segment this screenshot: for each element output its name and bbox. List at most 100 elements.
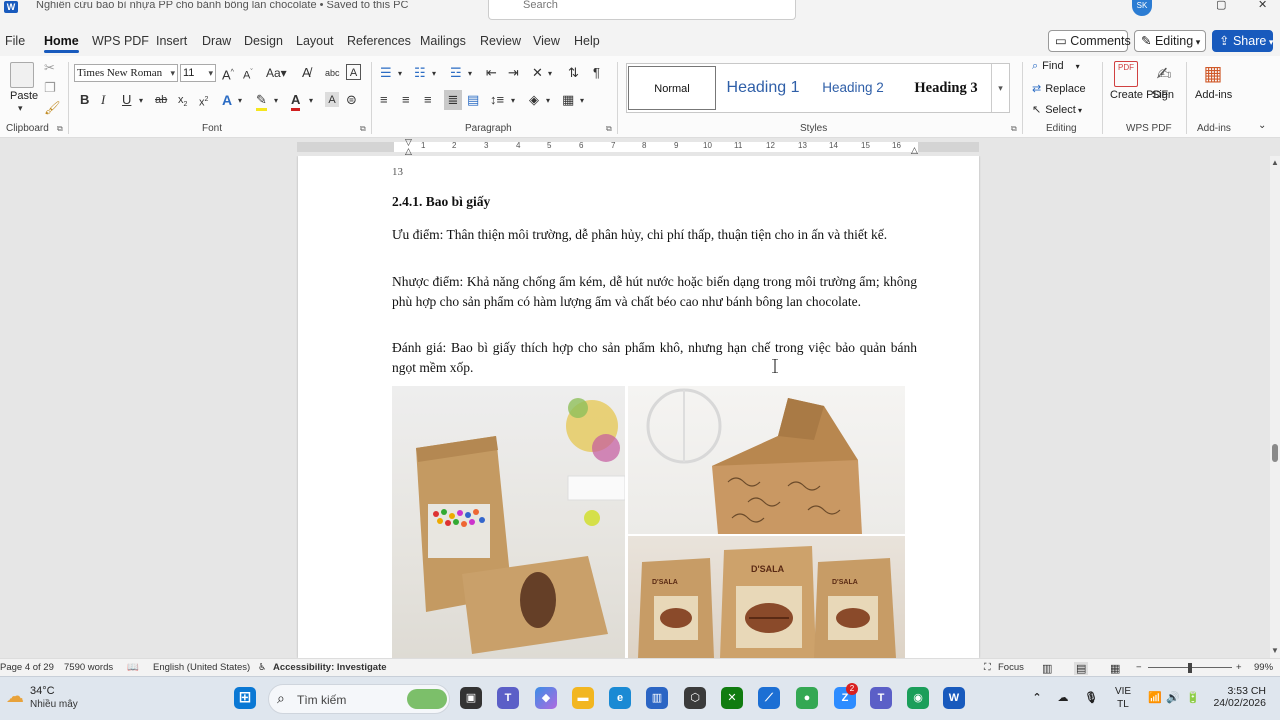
style-heading-3[interactable]: Heading 3 xyxy=(903,66,989,110)
clear-formatting-icon[interactable]: A̸ xyxy=(302,65,311,81)
replace-button[interactable]: ⇄ Replace xyxy=(1032,82,1086,95)
italic-icon[interactable]: I xyxy=(101,92,105,108)
tab-draw[interactable]: Draw xyxy=(202,34,231,48)
chevron-down-icon[interactable]: ▾ xyxy=(18,100,23,116)
account-avatar[interactable]: SK xyxy=(1132,0,1152,16)
underline-icon[interactable]: U xyxy=(122,92,131,108)
cut-icon[interactable]: ✂ xyxy=(44,60,55,76)
volume-icon[interactable]: 🔊 xyxy=(1162,687,1184,709)
weather-description[interactable]: Nhiều mây xyxy=(30,699,78,710)
highlight-icon[interactable]: ✎ xyxy=(256,92,267,111)
subscript-icon[interactable]: x2 xyxy=(178,92,187,113)
mic-muted-icon[interactable]: 🎙 xyxy=(1080,687,1102,709)
tab-insert[interactable]: Insert xyxy=(156,34,187,48)
accessibility-status[interactable]: Accessibility: Investigate xyxy=(273,662,387,673)
grow-font-icon[interactable]: A^ xyxy=(222,65,234,83)
file-explorer-icon[interactable]: ▬ xyxy=(572,687,594,709)
text-effects-icon[interactable]: A xyxy=(222,92,232,108)
sort-icon[interactable]: ⇅ xyxy=(568,65,579,81)
chevron-down-icon[interactable]: ▾ xyxy=(139,93,143,109)
chevron-down-icon[interactable]: ▾ xyxy=(309,93,313,109)
browser-icon[interactable]: ◉ xyxy=(907,687,929,709)
image-kraft-cake-box[interactable] xyxy=(628,386,905,534)
close-icon[interactable]: ✕ xyxy=(1258,0,1267,11)
select-button[interactable]: ↖ Select ▾ xyxy=(1032,103,1082,116)
scroll-down-icon[interactable]: ▼ xyxy=(1271,646,1279,655)
bold-icon[interactable]: B xyxy=(80,92,89,108)
paragraph-launcher-icon[interactable]: ⧉ xyxy=(606,124,612,134)
multilevel-list-icon[interactable]: ☲ xyxy=(450,65,462,81)
chevron-down-icon[interactable]: ▾ xyxy=(511,93,515,109)
chevron-down-icon[interactable]: ▾ xyxy=(398,66,402,82)
vertical-scrollbar[interactable]: ▲ ▼ xyxy=(1270,156,1280,658)
enclose-characters-icon[interactable]: ⊜ xyxy=(346,92,357,108)
font-size-select[interactable]: 11 ▾ xyxy=(180,64,216,82)
word-count[interactable]: 7590 words xyxy=(64,662,113,673)
character-shading-icon[interactable]: A xyxy=(325,92,339,107)
chevron-down-icon[interactable]: ▾ xyxy=(468,66,472,82)
addins-icon[interactable]: ▦ xyxy=(1201,61,1225,87)
web-layout-icon[interactable]: ▦ xyxy=(1110,662,1120,675)
taskbar-search[interactable]: ⌕ Tìm kiếm xyxy=(268,684,450,714)
tab-references[interactable]: References xyxy=(347,34,411,48)
image-kraft-pouches[interactable] xyxy=(392,386,625,658)
paste-icon[interactable] xyxy=(10,62,34,88)
decrease-indent-icon[interactable]: ⇤ xyxy=(486,65,497,81)
scrollbar-thumb[interactable] xyxy=(1272,444,1278,462)
zoom-level[interactable]: 99% xyxy=(1254,662,1273,673)
styles-more-icon[interactable]: ▾ xyxy=(991,64,1009,112)
find-button[interactable]: ⌕ Find ▾ xyxy=(1032,60,1080,73)
chevron-down-icon[interactable]: ▾ xyxy=(546,93,550,109)
tray-overflow-icon[interactable]: ⌃ xyxy=(1026,687,1048,709)
sign-icon[interactable]: ✍ xyxy=(1152,61,1176,87)
chevron-down-icon[interactable]: ▾ xyxy=(580,93,584,109)
chevron-down-icon[interactable]: ▾ xyxy=(238,93,242,109)
page-count[interactable]: Page 4 of 29 xyxy=(0,662,54,673)
xbox-icon[interactable]: ✕ xyxy=(721,687,743,709)
onedrive-icon[interactable]: ☁ xyxy=(1052,687,1074,709)
font-name-select[interactable]: Times New Roman ▾ xyxy=(74,64,178,82)
style-normal[interactable]: Normal xyxy=(628,66,716,110)
shading-icon[interactable]: ◈ xyxy=(529,92,539,108)
language-indicator[interactable]: English (United States) xyxy=(153,662,250,673)
right-indent-icon[interactable]: △ xyxy=(911,146,918,155)
proofing-icon[interactable]: 📖 xyxy=(127,662,139,673)
zoom-out-button[interactable]: − xyxy=(1136,662,1142,673)
line-spacing-icon[interactable]: ↕≡ xyxy=(490,92,504,108)
format-painter-icon[interactable]: 🖌 xyxy=(44,100,61,116)
start-icon[interactable]: ⊞ xyxy=(234,687,256,709)
document-page[interactable]: 13 2.4.1. Bao bì giấy Ưu điểm: Thân thiệ… xyxy=(298,156,979,658)
document-canvas[interactable]: 13 2.4.1. Bao bì giấy Ưu điểm: Thân thiệ… xyxy=(0,156,1270,658)
search-input[interactable]: Search xyxy=(488,0,796,20)
font-color-icon[interactable]: A xyxy=(291,92,301,111)
paragraph-disadvantages[interactable]: Nhược điểm: Khả năng chống ẩm kém, dễ hú… xyxy=(392,272,917,312)
zoom-slider-thumb[interactable] xyxy=(1188,663,1192,673)
shrink-font-icon[interactable]: Aˇ xyxy=(243,65,253,84)
increase-indent-icon[interactable]: ⇥ xyxy=(508,65,519,81)
teams-work-icon[interactable]: T xyxy=(870,687,892,709)
print-layout-icon[interactable]: ▤ xyxy=(1074,662,1089,675)
show-formatting-marks-icon[interactable]: ¶ xyxy=(593,65,600,81)
change-case-icon[interactable]: Aa▾ xyxy=(266,65,287,81)
hanging-indent-icon[interactable]: △ xyxy=(405,147,412,156)
zoom-in-button[interactable]: + xyxy=(1236,662,1242,673)
addins-button[interactable]: Add-ins xyxy=(1195,89,1232,101)
word-app-icon[interactable]: W xyxy=(4,1,18,13)
numbering-icon[interactable]: ☷ xyxy=(414,65,426,81)
bullets-icon[interactable]: ☰ xyxy=(380,65,392,81)
store-icon[interactable]: ▥ xyxy=(646,687,668,709)
share-button[interactable]: ⇪ Share ▾ xyxy=(1212,30,1273,52)
superscript-icon[interactable]: x2 xyxy=(199,92,208,111)
word-taskbar-icon[interactable]: W xyxy=(943,687,965,709)
chevron-down-icon[interactable]: ▾ xyxy=(432,66,436,82)
battery-icon[interactable]: 🔋 xyxy=(1182,687,1204,709)
tab-help[interactable]: Help xyxy=(574,34,600,48)
create-pdf-icon[interactable]: PDF xyxy=(1114,61,1138,87)
borders-icon[interactable]: ▦ xyxy=(562,92,574,108)
tab-home[interactable]: Home xyxy=(44,34,79,53)
focus-button[interactable]: Focus xyxy=(998,662,1024,673)
tab-mailings[interactable]: Mailings xyxy=(420,34,466,48)
tab-layout[interactable]: Layout xyxy=(296,34,334,48)
clipboard-launcher-icon[interactable]: ⧉ xyxy=(57,124,63,134)
tab-review[interactable]: Review xyxy=(480,34,521,48)
